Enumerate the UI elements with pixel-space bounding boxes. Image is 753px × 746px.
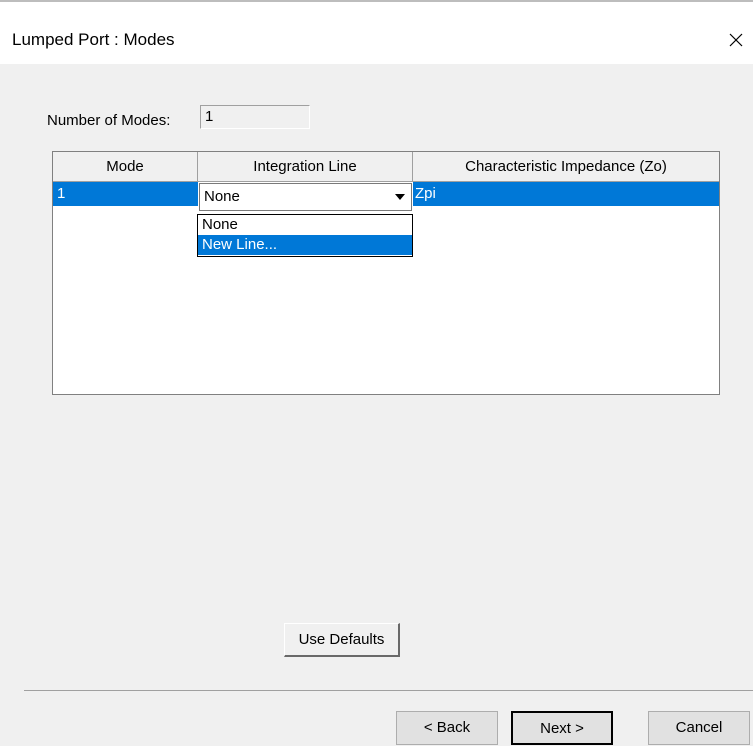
top-border bbox=[0, 0, 753, 2]
number-of-modes-label: Number of Modes: bbox=[47, 112, 171, 129]
column-header-integration-line[interactable]: Integration Line bbox=[198, 152, 413, 182]
integration-line-combobox[interactable]: None bbox=[199, 183, 412, 211]
dropdown-option-new-line[interactable]: New Line... bbox=[198, 235, 412, 255]
close-icon bbox=[729, 33, 743, 47]
next-button[interactable]: Next > bbox=[511, 711, 613, 745]
dropdown-option-none[interactable]: None bbox=[198, 215, 412, 235]
column-header-impedance[interactable]: Characteristic Impedance (Zo) bbox=[413, 152, 719, 182]
table-row-impedance-cell[interactable]: Zpi bbox=[413, 182, 719, 206]
cancel-button[interactable]: Cancel bbox=[648, 711, 750, 745]
back-button[interactable]: < Back bbox=[396, 711, 498, 745]
window-title: Lumped Port : Modes bbox=[12, 30, 175, 49]
column-header-mode[interactable]: Mode bbox=[53, 152, 198, 182]
title-bar: Lumped Port : Modes bbox=[0, 0, 753, 64]
footer-divider bbox=[24, 690, 753, 691]
use-defaults-button[interactable]: Use Defaults bbox=[284, 623, 400, 657]
number-of-modes-input[interactable]: 1 bbox=[200, 105, 310, 129]
integration-line-selected-value: None bbox=[204, 188, 240, 205]
close-button[interactable] bbox=[719, 22, 753, 58]
table-row-mode-cell[interactable]: 1 bbox=[53, 182, 198, 206]
integration-line-dropdown-list: None New Line... bbox=[197, 214, 413, 257]
dropdown-arrow-icon[interactable] bbox=[391, 187, 409, 207]
